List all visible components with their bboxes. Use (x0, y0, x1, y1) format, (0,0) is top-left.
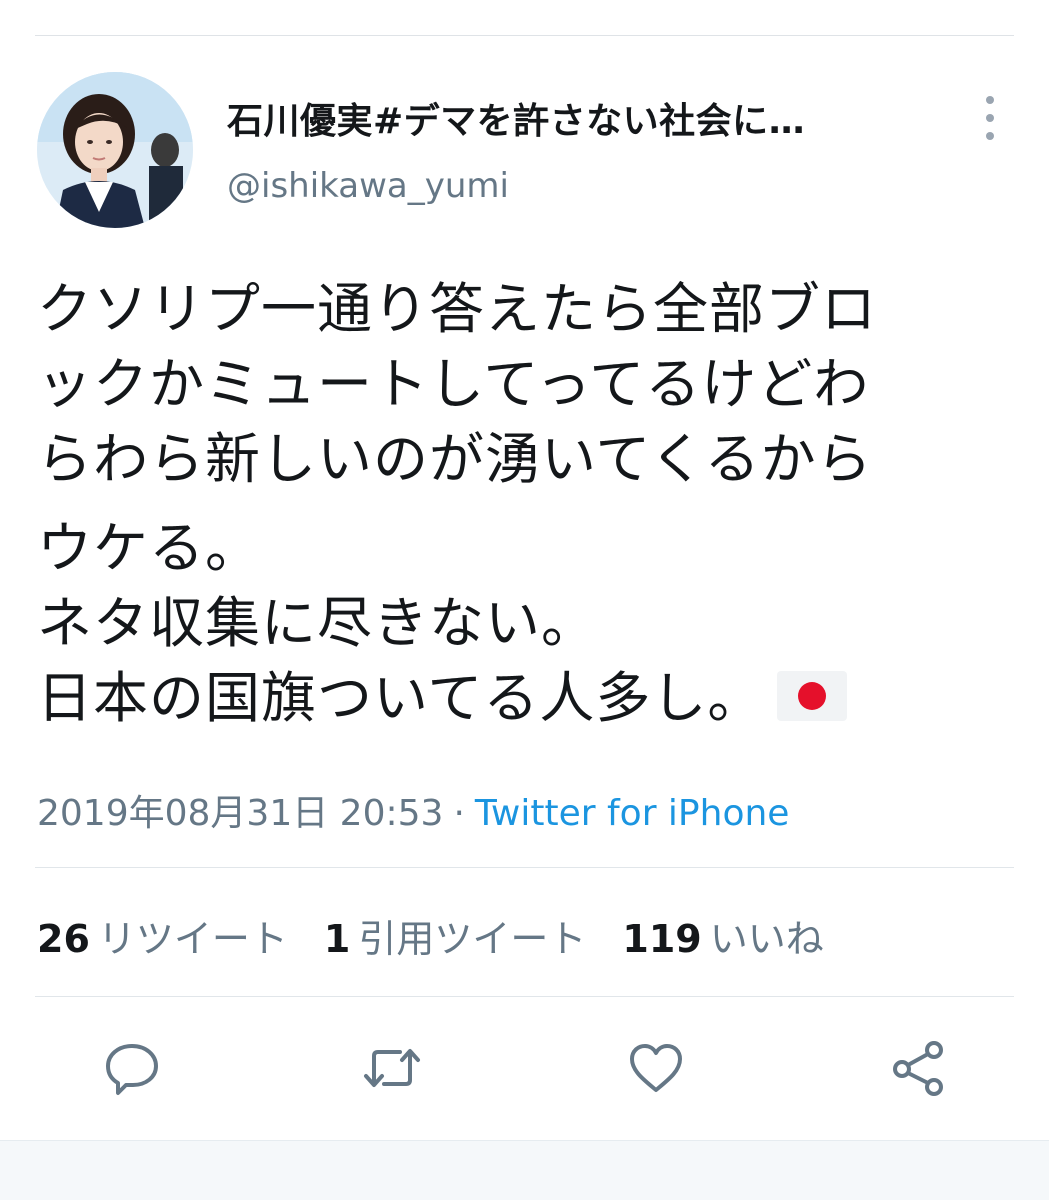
like-button[interactable] (624, 1036, 688, 1100)
divider (35, 996, 1014, 997)
quotes-count: 1 (323, 917, 351, 961)
tweet-text-line: ネタ収集に尽きない。 (37, 591, 598, 655)
like-icon (630, 1044, 682, 1092)
reply-icon (106, 1044, 158, 1095)
author-display-name[interactable]: 石川優実#デマを許さない社会に… (227, 92, 927, 144)
tweet-text-line: ウケる。 (37, 516, 262, 580)
retweets-count: 26 (37, 917, 90, 961)
more-options-button[interactable] (972, 96, 1008, 140)
retweet-icon (364, 1049, 420, 1087)
more-dot-icon (986, 132, 994, 140)
meta-separator: · (453, 793, 465, 834)
tweet-text-line: ックかミュートしてってるけどわ (37, 352, 870, 416)
top-divider (35, 35, 1014, 36)
likes-stat[interactable]: 119 いいね (622, 908, 823, 963)
share-icon (893, 1041, 943, 1096)
profile-photo-icon (37, 72, 193, 228)
tweet-text: クソリプ一通り答えたら全部ブロ ックかミュートしてってるけどわ らわら新しいのが… (37, 272, 1012, 736)
share-button[interactable] (886, 1036, 950, 1100)
tweet-text-segment: 日本の国旗ついてる人多し。 (37, 666, 764, 730)
retweet-button[interactable] (360, 1036, 424, 1100)
tweet-text-line: らわら新しいのが湧いてくるから (37, 427, 873, 491)
likes-label: いいね (709, 917, 824, 961)
tweet-text-line: クソリプ一通り答えたら全部ブロ (37, 277, 878, 341)
more-dot-icon (986, 96, 994, 104)
tweet-detail-page: 石川優実#デマを許さない社会に… @ishikawa_yumi クソリプ一通り答… (0, 0, 1049, 1200)
tweet-timestamp[interactable]: 2019年08月31日 20:53 (37, 793, 443, 834)
tweet-text-line-with-emoji: 日本の国旗ついてる人多し。 (37, 661, 1012, 736)
tweet-stats: 26 リツイート 1 引用ツイート 119 いいね (37, 908, 824, 963)
avatar[interactable] (37, 72, 193, 228)
reply-button[interactable] (100, 1036, 164, 1100)
bottom-background (0, 1140, 1049, 1200)
divider (35, 867, 1014, 868)
more-dot-icon (986, 114, 994, 122)
tweet-actions-bar (0, 1036, 1049, 1106)
author-handle[interactable]: @ishikawa_yumi (227, 166, 509, 206)
quotes-label: 引用ツイート (358, 917, 587, 961)
tweet-meta: 2019年08月31日 20:53 · Twitter for iPhone (37, 784, 789, 836)
japan-flag-icon (777, 670, 848, 721)
likes-count: 119 (622, 917, 702, 961)
retweets-stat[interactable]: 26 リツイート (37, 908, 288, 963)
quotes-stat[interactable]: 1 引用ツイート (324, 908, 586, 963)
tweet-source-link[interactable]: Twitter for iPhone (475, 793, 790, 834)
retweets-label: リツイート (97, 917, 288, 961)
